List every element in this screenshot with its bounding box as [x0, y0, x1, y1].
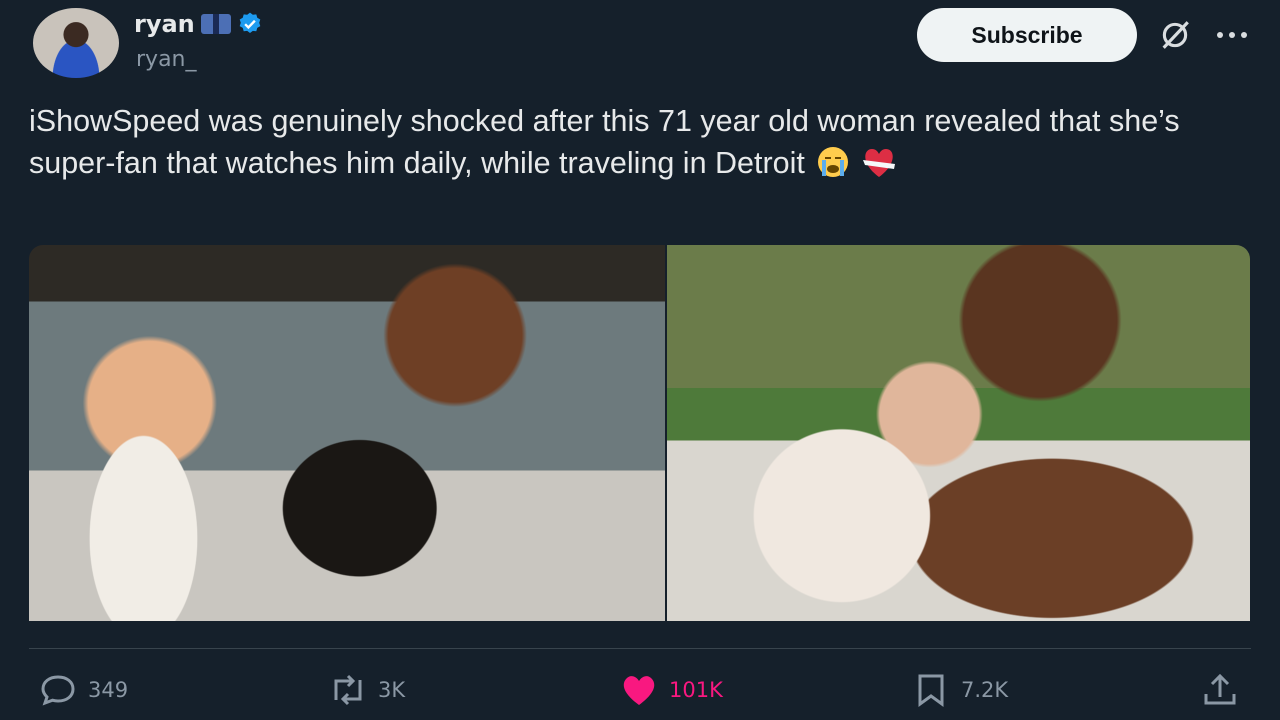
repost-count: 3K [378, 678, 406, 702]
action-bar-divider [29, 648, 1251, 649]
mending-heart-icon [863, 149, 896, 177]
reply-count: 349 [88, 678, 129, 702]
like-count: 101K [669, 678, 723, 702]
grok-icon[interactable] [1158, 18, 1192, 52]
repost-button[interactable]: 3K [328, 672, 405, 708]
loudly-crying-face-icon [818, 147, 849, 177]
more-options-icon[interactable] [1212, 22, 1252, 48]
share-icon [1204, 673, 1236, 705]
like-button[interactable]: 101K [619, 672, 723, 708]
author-name-row: ryan [134, 10, 263, 38]
share-button[interactable] [1200, 672, 1240, 708]
tweet-photo-left[interactable] [29, 245, 665, 621]
bookmark-count: 7.2K [961, 678, 1009, 702]
name-badge-icon [200, 14, 231, 34]
repost-icon [334, 674, 362, 706]
verified-badge-icon [239, 12, 261, 33]
tweet-text: iShowSpeed was genuinely shocked after t… [29, 100, 1249, 184]
subscribe-button[interactable]: Subscribe [917, 8, 1137, 62]
reply-button[interactable]: 349 [38, 672, 128, 708]
bookmark-button[interactable]: 7.2K [911, 672, 1008, 708]
avatar[interactable] [33, 8, 119, 78]
bookmark-icon [918, 674, 944, 707]
tweet-photo-right[interactable] [667, 245, 1250, 621]
heart-icon [623, 676, 655, 705]
author-display-name[interactable]: ryan [134, 10, 195, 38]
tweet-body: iShowSpeed was genuinely shocked after t… [29, 104, 1180, 180]
author-handle[interactable]: ryan_ [136, 47, 197, 72]
reply-icon [41, 675, 75, 706]
